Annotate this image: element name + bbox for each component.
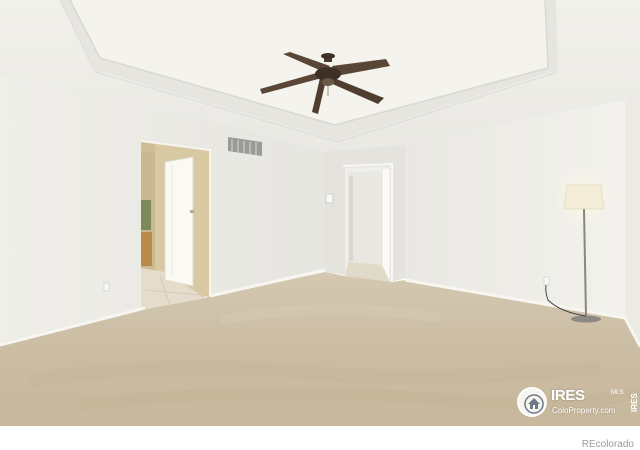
ires-watermark: IRES MLS ColoProperty.com IRES	[517, 387, 639, 421]
hall-doorway	[342, 162, 393, 282]
right-end-wall	[625, 92, 640, 348]
room-photo	[0, 0, 640, 426]
watermark-brand: IRES	[551, 387, 585, 404]
outlet-right	[543, 276, 550, 286]
watermark-vertical-mark: IRES	[630, 393, 639, 413]
watermark-site: ColoProperty.com	[552, 406, 616, 415]
photo-credit: REcolorado	[581, 439, 634, 450]
outlet-left	[103, 282, 110, 292]
house-icon	[517, 387, 547, 417]
bathroom-doorway	[140, 140, 211, 310]
wall-switch	[325, 193, 334, 204]
caption-bar	[0, 426, 640, 450]
watermark-brand-suffix: MLS	[611, 390, 624, 396]
